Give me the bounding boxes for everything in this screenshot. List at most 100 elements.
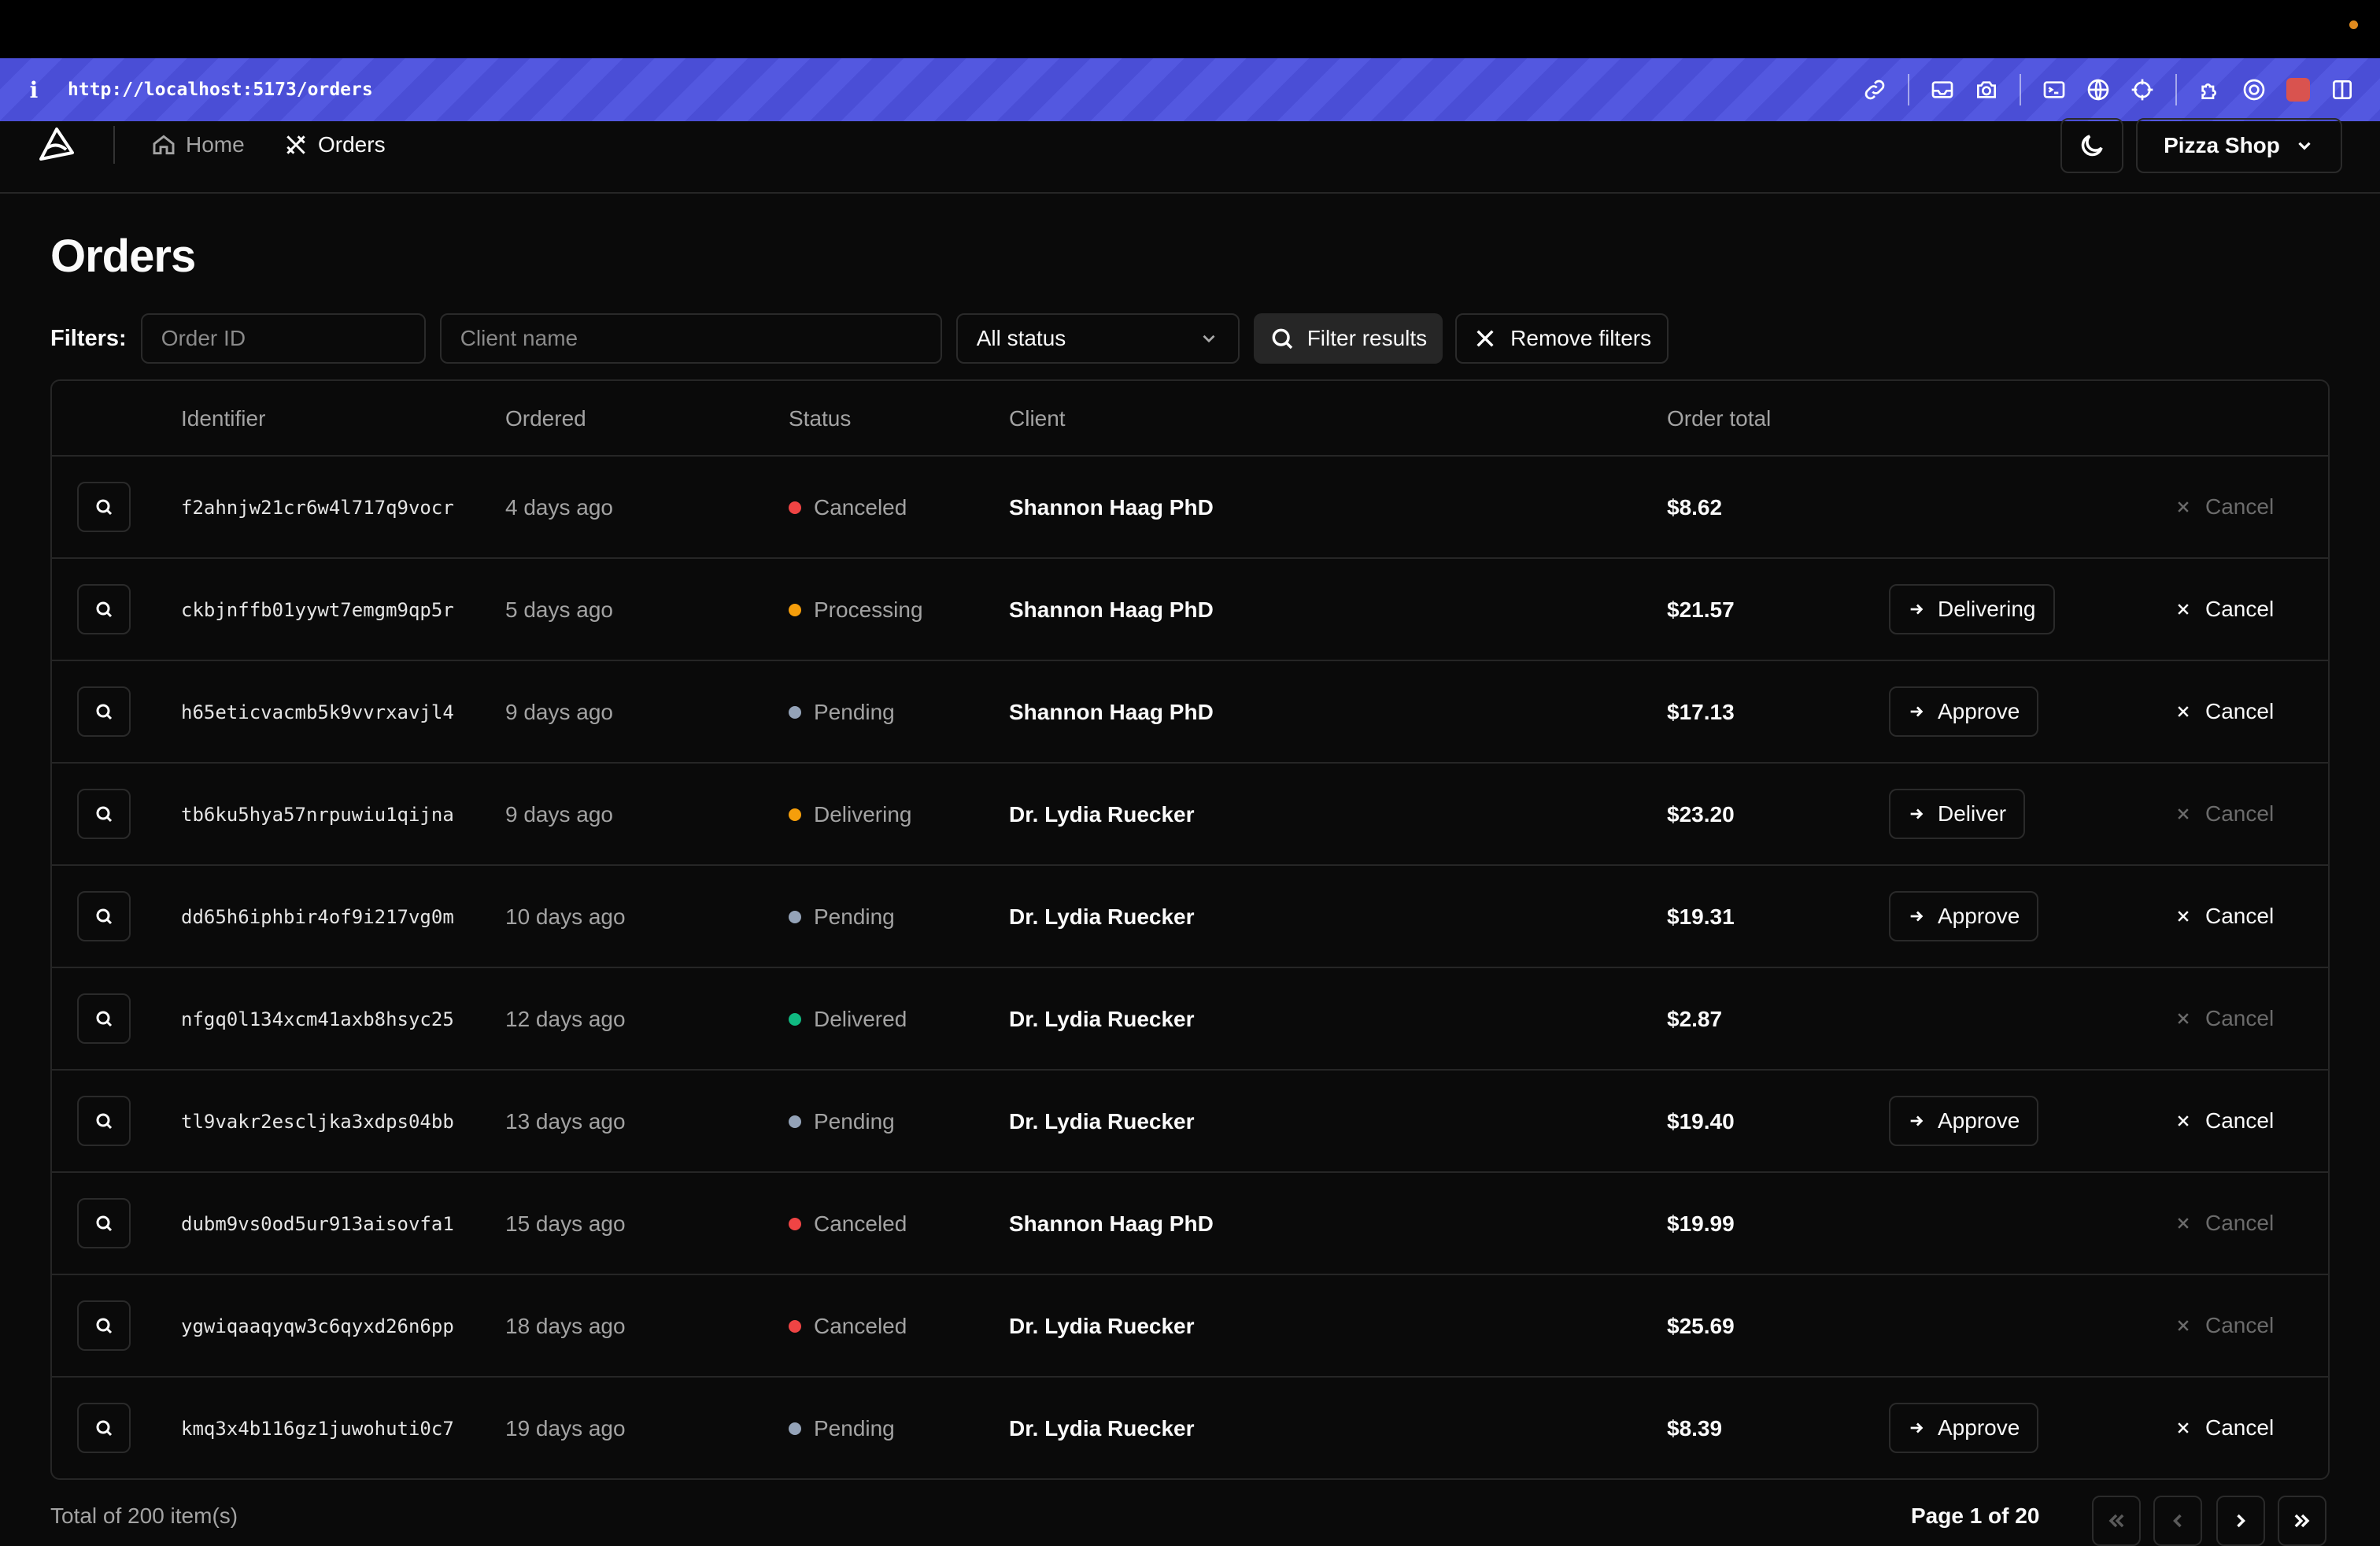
order-id-input[interactable] [140,313,426,364]
order-details-button[interactable] [77,891,131,941]
header-client: Client [1009,406,1066,431]
advance-status-label: Approve [1938,904,2020,928]
browser-url-bar: i http://localhost:5173/orders [0,58,2380,121]
cancel-label: Cancel [2205,494,2275,519]
order-id: f2ahnjw21cr6w4l717q9vocr [181,497,454,519]
cancel-order-button[interactable]: Cancel [2161,584,2288,634]
order-date: 18 days ago [505,1314,626,1338]
order-status: Canceled [789,1173,907,1275]
inbox-icon[interactable] [1920,68,1964,112]
header-identifier: Identifier [181,406,266,431]
advance-status-button[interactable]: Approve [1889,686,2039,737]
terminal-icon[interactable] [2032,68,2076,112]
close-icon [2178,808,2189,819]
cancel-order-button[interactable]: Cancel [2161,789,2288,839]
cancel-label: Cancel [2205,1415,2275,1440]
table-row: nfgq0l134xcm41axb8hsyc25 12 days ago Deliv… [52,968,2328,1071]
order-details-button[interactable] [77,1198,131,1248]
cancel-label: Cancel [2205,1006,2275,1030]
avatar-icon[interactable] [2276,68,2320,112]
panel-icon[interactable] [2320,68,2364,112]
cancel-label: Cancel [2205,801,2275,826]
info-icon[interactable]: i [0,77,68,103]
cancel-label: Cancel [2205,699,2275,723]
advance-status-button[interactable]: Approve [1889,1096,2039,1146]
order-date: 10 days ago [505,904,626,929]
search-icon [96,806,113,823]
cancel-order-button[interactable]: Cancel [2161,686,2288,737]
camera-icon[interactable] [1964,68,2009,112]
advance-status-button[interactable]: Delivering [1889,584,2055,634]
first-page-button[interactable] [2092,1496,2141,1546]
advance-status-button[interactable]: Approve [1889,891,2039,941]
status-label: Pending [814,1416,895,1441]
filter-results-button[interactable]: Filter results [1253,313,1443,364]
order-id: dubm9vs0od5ur913aisovfa1 [181,1213,454,1235]
toolbar-separator [2175,74,2177,105]
order-id: ckbjnffb01yywt7emgm9qp5r [181,599,454,621]
status-select[interactable]: All status [955,313,1240,364]
os-top-bar [0,0,2380,58]
cancel-order-button[interactable]: Cancel [2161,1403,2288,1453]
previous-page-button[interactable] [2153,1496,2202,1546]
order-details-button[interactable] [77,789,131,839]
last-page-button[interactable] [2278,1496,2326,1546]
remove-filters-button[interactable]: Remove filters [1455,313,1669,364]
order-details-button[interactable] [77,993,131,1044]
order-status: Delivered [789,968,907,1071]
target-icon[interactable] [2232,68,2276,112]
nav-home-label: Home [186,132,245,157]
cancel-order-button[interactable]: Cancel [2161,993,2288,1044]
order-details-button[interactable] [77,1096,131,1146]
next-page-button[interactable] [2216,1496,2265,1546]
url-text[interactable]: http://localhost:5173/orders [68,80,373,100]
home-icon [153,135,175,155]
pizza-logo-icon[interactable] [36,124,76,164]
search-icon [96,1215,113,1232]
client-name: Shannon Haag PhD [1009,700,1214,724]
search-icon [96,1113,113,1130]
globe-icon[interactable] [2076,68,2120,112]
cancel-order-button[interactable]: Cancel [2161,891,2288,941]
table-row: ckbjnffb01yywt7emgm9qp5r 5 days ago Proces… [52,559,2328,661]
total-items-text: Total of 200 item(s) [50,1503,238,1528]
client-name-input[interactable] [439,313,942,364]
table-header: Identifier Ordered Status Client Order t… [52,381,2328,457]
advance-status-button[interactable]: Approve [1889,1403,2039,1453]
order-total: $19.31 [1667,904,1735,929]
crosshair-icon[interactable] [2120,68,2164,112]
toolbar-separator [2020,74,2021,105]
chevrons-left-icon [2108,1514,2124,1528]
advance-status-button[interactable]: Deliver [1889,789,2026,839]
theme-toggle-button[interactable] [2060,118,2123,173]
arrow-right-icon [1910,911,1924,922]
chevron-left-icon [2173,1514,2182,1528]
cancel-order-button[interactable]: Cancel [2161,1198,2288,1248]
nav-home-link[interactable]: Home [151,126,245,164]
client-name: Dr. Lydia Ruecker [1009,1007,1195,1031]
header-status: Status [789,406,852,431]
header-ordered: Ordered [505,406,586,431]
client-name: Dr. Lydia Ruecker [1009,904,1195,929]
shop-menu-button[interactable]: Pizza Shop [2136,118,2342,173]
link-icon[interactable] [1853,68,1897,112]
order-details-button[interactable] [77,584,131,634]
extension-icon[interactable] [2188,68,2232,112]
status-label: Delivering [814,802,912,827]
app-header: Home Orders Pizza Shop [0,118,2380,194]
cancel-order-button[interactable]: Cancel [2161,1300,2288,1351]
table-row: ygwiqaaqyqw3c6qyxd26n6pp 18 days ago Cance… [52,1275,2328,1378]
order-details-button[interactable] [77,1403,131,1453]
cancel-order-button[interactable]: Cancel [2161,482,2288,532]
order-details-button[interactable] [77,1300,131,1351]
order-details-button[interactable] [77,482,131,532]
page-title: Orders [50,231,196,282]
chevron-down-icon [2298,142,2311,150]
advance-status-label: Approve [1938,1108,2020,1133]
arrow-right-icon [1910,1422,1924,1433]
order-details-button[interactable] [77,686,131,737]
status-dot [789,808,801,821]
cancel-order-button[interactable]: Cancel [2161,1096,2288,1146]
status-label: Pending [814,1109,895,1134]
nav-orders-link[interactable]: Orders [283,126,386,164]
